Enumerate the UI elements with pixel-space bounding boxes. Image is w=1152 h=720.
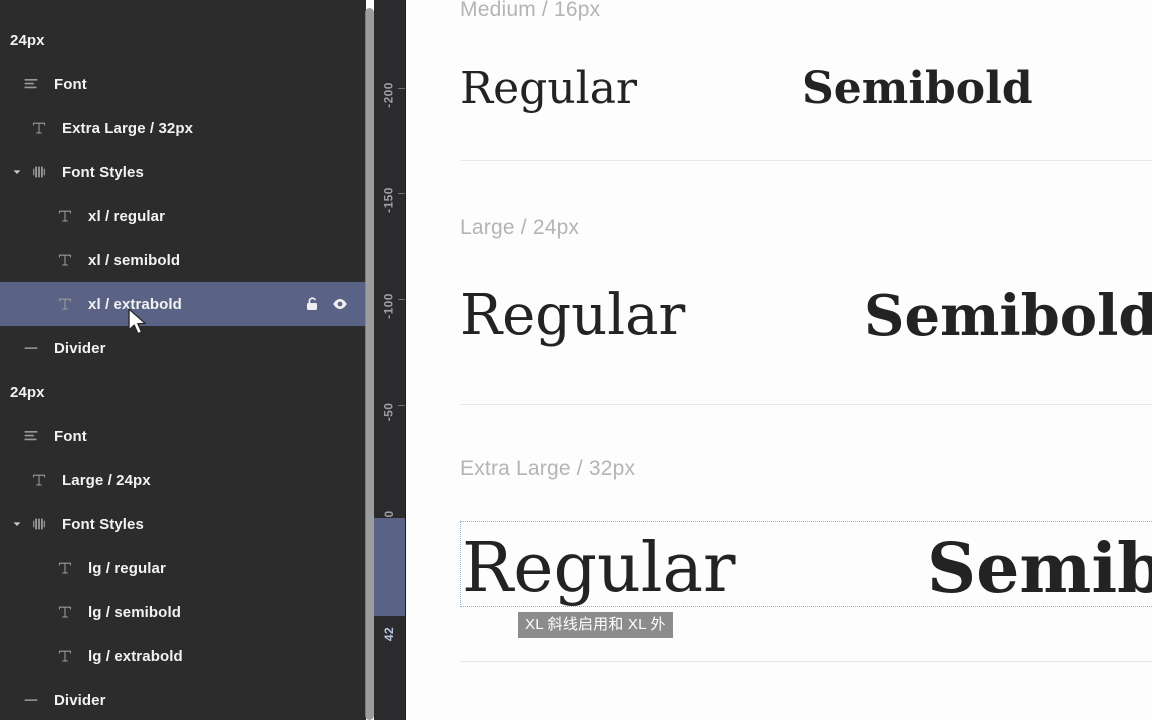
layer-row-label: 24px [10,383,45,401]
spec-title-medium: Medium / 16px [460,0,601,21]
chevron-down-icon[interactable] [8,167,26,177]
layer-row-label: 24px [10,31,45,49]
layer-row-label: Font [54,75,87,93]
layer-row-24px[interactable]: 24px [0,18,366,62]
frame-icon [18,76,44,92]
vertical-scrollbar[interactable] [365,8,374,720]
text-icon [52,560,78,576]
vertical-ruler[interactable]: -200 -150 -100 -50 0 42 [374,0,406,720]
layer-row-label: xl / semibold [88,251,181,269]
ruler-label: -200 [382,82,396,108]
selection-tooltip: XL 斜线启用和 XL 外 [518,612,673,638]
layer-row-font[interactable]: Font [0,414,366,458]
layer-row-divider[interactable]: Divider [0,326,366,370]
layer-row-label: Divider [54,339,106,357]
layer-row-lg-extrabold[interactable]: lg / extrabold [0,634,366,678]
eye-icon[interactable] [332,296,348,312]
layer-row-label: Extra Large / 32px [62,119,194,137]
layer-row-label: Divider [54,691,106,709]
sample-medium-regular[interactable]: Regular [460,67,637,111]
sample-large-regular[interactable]: Regular [460,288,685,344]
spec-title-extra-large: Extra Large / 32px [460,457,636,480]
app-root: 24px Font Extra Large / 32px Font Styles xl … [0,0,1152,720]
layer-row-label: lg / extrabold [88,647,183,665]
ruler-tick [398,405,405,406]
ruler-label: 42 [382,626,396,642]
layer-row-divider[interactable]: Divider [0,678,366,720]
design-canvas[interactable]: Medium / 16px Regular Semibold Large / 2… [406,0,1152,720]
sample-extra-large-regular[interactable]: Regular [462,535,736,603]
layer-row-label: Font Styles [62,515,144,533]
layer-row-label: Large / 24px [62,471,151,489]
layer-row-24px[interactable]: 24px [0,370,366,414]
group-icon [26,516,52,532]
layer-row-label: xl / extrabold [88,295,182,313]
frame-icon [18,428,44,444]
text-icon [52,604,78,620]
ruler-tick [398,299,405,300]
section-divider-1 [460,160,1152,161]
sample-medium-semibold[interactable]: Semibold [802,67,1033,111]
text-icon [26,472,52,488]
layer-row-xl-regular[interactable]: xl / regular [0,194,366,238]
ruler-label: 0 [382,510,396,518]
ruler-selection-range [374,518,405,616]
ruler-label: -150 [382,187,396,213]
ruler-tick [398,88,405,89]
layer-row-label: xl / regular [88,207,166,225]
text-icon [26,120,52,136]
layer-row-label: lg / semibold [88,603,181,621]
unlock-icon[interactable] [304,296,320,312]
ruler-label: -100 [382,293,396,319]
layer-row-lg-semibold[interactable]: lg / semibold [0,590,366,634]
layer-row-label: lg / regular [88,559,166,577]
layer-row-font[interactable]: Font [0,62,366,106]
layers-panel[interactable]: 24px Font Extra Large / 32px Font Styles xl … [0,0,366,720]
layer-row-xl-extrabold[interactable]: xl / extrabold [0,282,366,326]
layer-row-label: Font Styles [62,163,144,181]
layer-row-actions[interactable] [304,282,348,326]
layer-row-font-styles[interactable]: Font Styles [0,150,366,194]
layer-row-extra-large-32px[interactable]: Extra Large / 32px [0,106,366,150]
text-icon [52,296,78,312]
sample-large-semibold[interactable]: Semibold [864,288,1152,344]
spec-title-large: Large / 24px [460,216,580,239]
layer-row-large-24px[interactable]: Large / 24px [0,458,366,502]
section-divider-2 [460,404,1152,405]
sample-extra-large-semibold[interactable]: Semibo [927,535,1152,603]
section-divider-3 [460,661,1152,662]
chevron-down-icon[interactable] [8,519,26,529]
line-icon [18,340,44,356]
layer-row-label: Font [54,427,87,445]
layer-row-font-styles[interactable]: Font Styles [0,502,366,546]
ruler-label: -50 [382,402,396,422]
text-icon [52,648,78,664]
layer-row-xl-semibold[interactable]: xl / semibold [0,238,366,282]
line-icon [18,692,44,708]
group-icon [26,164,52,180]
text-icon [52,252,78,268]
ruler-tick [398,193,405,194]
layer-row-lg-regular[interactable]: lg / regular [0,546,366,590]
text-icon [52,208,78,224]
